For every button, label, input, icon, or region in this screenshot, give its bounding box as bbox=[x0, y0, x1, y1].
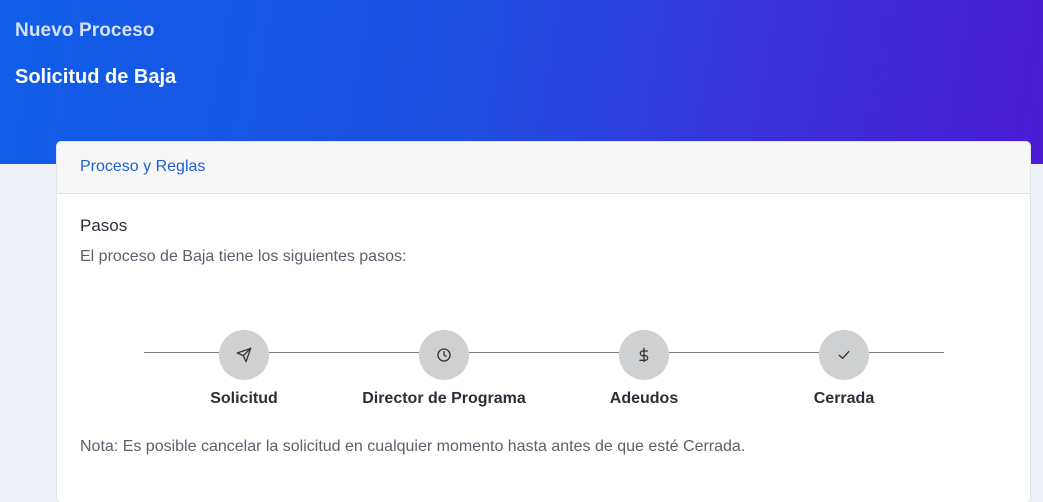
steps-section-description: El proceso de Baja tiene los siguientes … bbox=[80, 248, 407, 265]
tab-process-rules[interactable]: Proceso y Reglas bbox=[80, 158, 205, 176]
page-title: Solicitud de Baja bbox=[15, 66, 177, 88]
check-icon bbox=[838, 351, 850, 359]
step-circle bbox=[819, 330, 869, 380]
step-solicitud: Solicitud bbox=[144, 330, 344, 408]
dollar-icon bbox=[639, 347, 649, 363]
step-label: Adeudos bbox=[609, 390, 679, 407]
step-circle bbox=[219, 330, 269, 380]
step-cerrada: Cerrada bbox=[744, 330, 944, 408]
cancellation-note: Nota: Es posible cancelar la solicitud e… bbox=[80, 438, 746, 455]
card-header: Proceso y Reglas bbox=[57, 142, 1030, 194]
step-circle bbox=[419, 330, 469, 380]
page-header: Nuevo Proceso Solicitud de Baja bbox=[0, 0, 1043, 164]
process-card: Proceso y Reglas Pasos El proceso de Baj… bbox=[57, 142, 1030, 502]
step-adeudos: Adeudos bbox=[544, 330, 744, 408]
send-icon bbox=[236, 347, 252, 363]
process-steps: Solicitud Director de Programa Adeudos C… bbox=[57, 322, 1030, 412]
steps-section-title: Pasos bbox=[80, 216, 128, 235]
clock-icon bbox=[437, 348, 451, 362]
header-supertitle: Nuevo Proceso bbox=[15, 20, 155, 41]
step-director-de-programa: Director de Programa bbox=[344, 330, 544, 408]
step-label: Director de Programa bbox=[362, 390, 526, 407]
step-label: Cerrada bbox=[813, 390, 875, 407]
step-circle bbox=[619, 330, 669, 380]
step-label: Solicitud bbox=[210, 390, 278, 407]
